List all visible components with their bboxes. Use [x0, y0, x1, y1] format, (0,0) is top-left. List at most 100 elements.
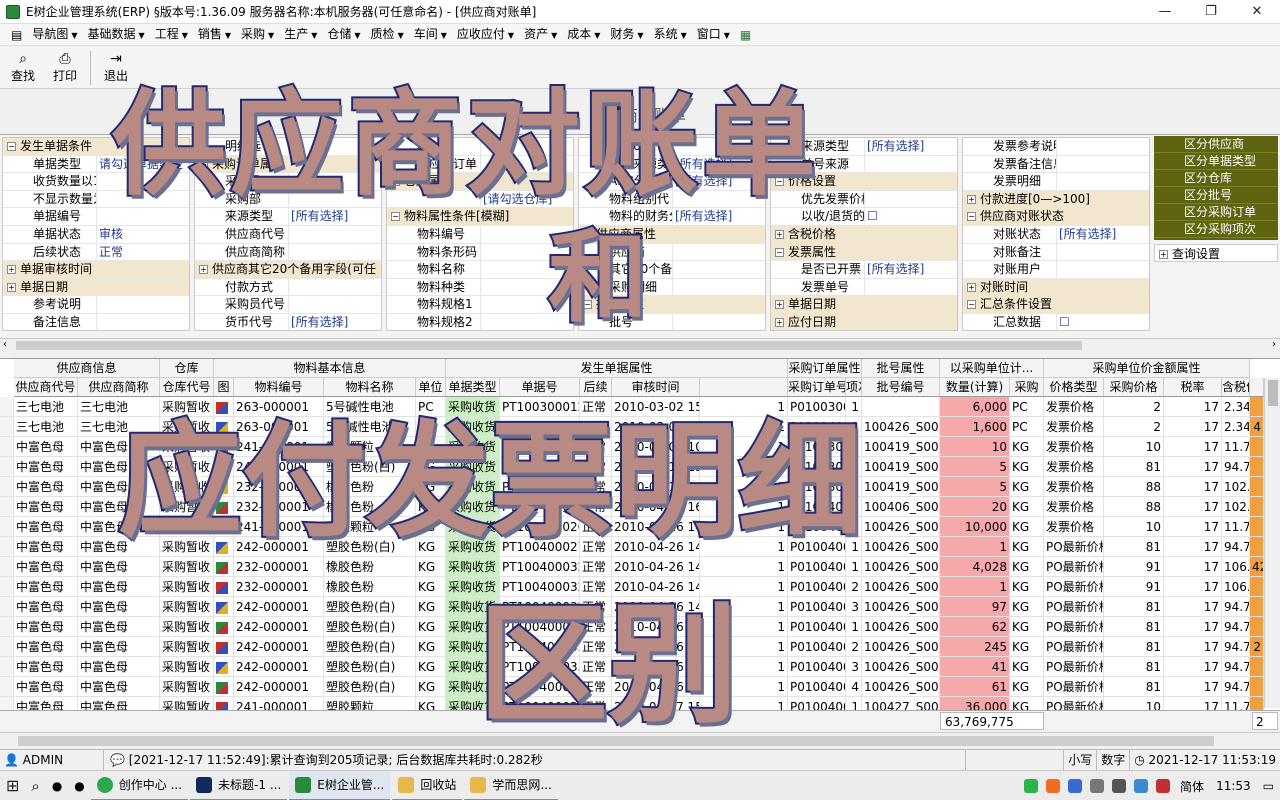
table-cell[interactable]: 中富色母 [78, 637, 160, 657]
table-cell[interactable]: 10 [1104, 697, 1164, 710]
row-indicator[interactable] [0, 697, 14, 710]
table-cell[interactable]: 采购收货 [446, 537, 500, 557]
table-cell[interactable]: PO最新价格 [1044, 677, 1104, 697]
row-indicator[interactable] [0, 557, 14, 577]
table-cell[interactable]: 中富色母 [78, 477, 160, 497]
table-cell[interactable]: 中富色母 [14, 677, 78, 697]
column-header[interactable]: 批号编号 [862, 378, 940, 397]
table-cell[interactable]: PT100300012 [500, 417, 580, 437]
table-cell[interactable]: 中富色母 [78, 457, 160, 477]
filter-value[interactable]: [所有选择] [672, 173, 765, 190]
table-cell[interactable]: 发票价格 [1044, 437, 1104, 457]
filter-value[interactable] [96, 208, 189, 225]
filter-value[interactable] [288, 243, 381, 261]
table-cell[interactable]: KG [416, 617, 446, 637]
table-cell[interactable]: 2010-03-02 15:45 [612, 397, 700, 417]
network-icon[interactable] [1112, 779, 1127, 793]
collapse-icon[interactable]: − [391, 212, 400, 222]
table-cell[interactable]: 2010-03-16 14:02 [612, 477, 700, 497]
group-by-warehouse[interactable]: 区分仓库 [1154, 170, 1278, 187]
table-cell[interactable]: P0100400111 [788, 637, 846, 657]
filter-row[interactable]: 批号 [579, 313, 765, 330]
filter-group[interactable]: + 含税价格 [771, 225, 957, 244]
table-cell[interactable]: 中富色母 [14, 557, 78, 577]
table-cell[interactable]: KG [1010, 637, 1044, 657]
filter-group[interactable]: − 汇总条件设置 [963, 296, 1149, 314]
table-cell[interactable]: P0100400104 [788, 597, 846, 617]
table-cell[interactable]: 中富色母 [14, 537, 78, 557]
table-cell[interactable]: 100426_S0001 [862, 597, 940, 617]
filter-value[interactable]: [请勾选仓库] [480, 190, 573, 208]
table-cell[interactable]: 正常 [580, 397, 612, 417]
table-cell[interactable]: 100426_S0001 [862, 537, 940, 557]
filter-value[interactable] [672, 243, 765, 261]
table-cell[interactable]: 正常 [580, 417, 612, 437]
table-cell[interactable]: 2.34 [1222, 397, 1250, 417]
table-cell[interactable]: 1 [940, 537, 1010, 557]
filter-group[interactable]: − 供应商属性 [579, 225, 765, 244]
filter-row[interactable]: 单号来源 [771, 155, 957, 174]
tile-windows-icon[interactable]: ▦ [735, 24, 756, 46]
table-cell[interactable]: 232-000001 [234, 477, 324, 497]
filter-value[interactable] [96, 173, 189, 190]
table-cell[interactable] [1250, 697, 1264, 710]
filter-value[interactable]: [所有选择] [288, 313, 381, 330]
table-cell[interactable]: P0100400104 [788, 557, 846, 577]
exit-button[interactable]: ⇥ 退出 [99, 47, 133, 84]
table-cell[interactable]: PT100400026 [500, 517, 580, 537]
menu-item[interactable]: 基础数据 ▼ [83, 23, 150, 47]
table-cell[interactable]: KG [416, 477, 446, 497]
row-indicator[interactable] [0, 517, 14, 537]
column-header[interactable] [1250, 378, 1264, 397]
table-cell[interactable]: 1 [940, 577, 1010, 597]
table-cell[interactable]: 中富色母 [78, 597, 160, 617]
filter-row[interactable]: 供应商代号 [195, 225, 381, 244]
column-header[interactable]: 物料编号 [234, 378, 324, 397]
menu-nav-icon[interactable]: ▤ [6, 24, 27, 46]
table-cell[interactable]: 94.77 [1222, 457, 1250, 477]
table-cell[interactable]: KG [1010, 577, 1044, 597]
table-cell[interactable]: PT100400032 [500, 577, 580, 597]
filter-value[interactable]: [所有选择] [672, 208, 765, 225]
qq-icon[interactable]: ● [68, 771, 90, 800]
filter-value[interactable] [672, 313, 765, 330]
column-header[interactable]: 采购订单号 [788, 378, 846, 397]
row-indicator[interactable] [0, 457, 14, 477]
table-cell[interactable]: 6,000 [940, 397, 1010, 417]
table-cell[interactable]: 正常 [580, 657, 612, 677]
grid-vertical-scrollbar[interactable] [1264, 378, 1280, 708]
table-cell[interactable]: P0100400091 [788, 517, 846, 537]
table-cell[interactable] [1250, 577, 1264, 597]
table-cell[interactable]: 塑胶色粉(白) [324, 537, 416, 557]
table-cell[interactable]: 中富色母 [78, 697, 160, 710]
table-cell[interactable]: 采购收货 [446, 557, 500, 577]
table-cell[interactable]: 塑胶色粉(白) [324, 597, 416, 617]
filter-group[interactable]: − 采购订单属性 [195, 155, 381, 174]
table-cell[interactable]: 中富色母 [14, 517, 78, 537]
filter-row[interactable]: 物料规格1 [387, 296, 573, 314]
filter-group[interactable]: − 供应商对账状态 [963, 208, 1149, 226]
table-cell[interactable]: 采购收货 [446, 577, 500, 597]
collapse-icon[interactable]: − [583, 300, 592, 310]
qq-icon[interactable]: ● [46, 771, 68, 800]
table-cell[interactable]: 塑胶颗粒 [324, 437, 416, 457]
filter-group[interactable]: − 批号属性 [579, 296, 765, 314]
filter-row[interactable]: 称 [387, 138, 573, 156]
expand-icon[interactable]: + [775, 300, 784, 310]
expand-icon[interactable]: + [775, 317, 784, 327]
search-icon[interactable]: ⌕ [25, 771, 45, 800]
table-cell[interactable]: 88 [1104, 497, 1164, 517]
table-cell[interactable]: 2010-04-26 14:44:12 [612, 517, 700, 537]
table-cell[interactable]: 81 [1104, 677, 1164, 697]
table-cell[interactable]: 242-000001 [234, 537, 324, 557]
filter-row[interactable]: ABC分类 [所有选择] [579, 173, 765, 191]
table-cell[interactable]: 正常 [580, 437, 612, 457]
table-cell[interactable]: 17 [1164, 577, 1222, 597]
table-cell[interactable]: PC [416, 397, 446, 417]
table-cell[interactable]: 242-000001 [234, 637, 324, 657]
table-cell[interactable]: PC [1010, 417, 1044, 437]
filter-row[interactable]: 收货数量以1 [3, 173, 189, 191]
filter-row[interactable]: 单据编号 [3, 208, 189, 226]
table-cell[interactable]: 94.77 [1222, 597, 1250, 617]
table-cell[interactable]: 1 [846, 617, 862, 637]
